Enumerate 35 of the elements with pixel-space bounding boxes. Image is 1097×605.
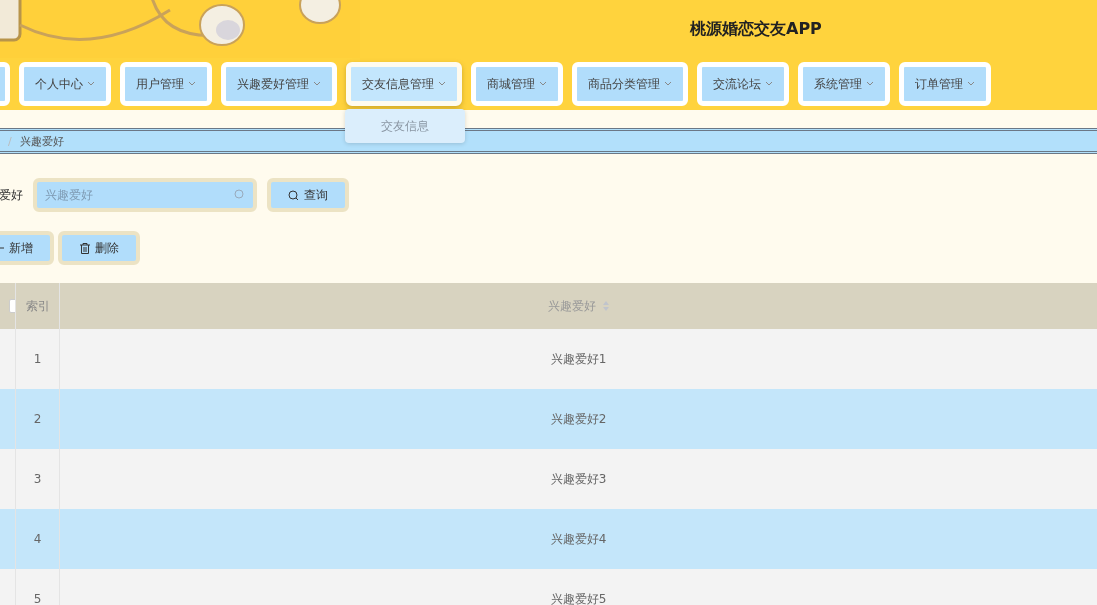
nav-item[interactable]: 商城管理 bbox=[471, 62, 563, 106]
caret-icon bbox=[967, 81, 975, 87]
caret-icon bbox=[664, 81, 672, 87]
table-cell-text: 兴趣爱好4 bbox=[549, 530, 608, 548]
nav-item[interactable]: 订单管理 bbox=[899, 62, 991, 106]
table-cell-text: 兴趣爱好3 bbox=[549, 470, 608, 488]
nav-item[interactable]: 用户管理 bbox=[120, 62, 212, 106]
breadcrumb-item: 兴趣爱好 bbox=[19, 133, 64, 149]
caret-icon bbox=[866, 81, 874, 87]
sort-icon bbox=[601, 301, 610, 311]
table-cell-text: 兴趣爱好2 bbox=[549, 410, 608, 428]
caret-icon bbox=[765, 81, 773, 87]
table-cell-text: 兴趣爱好5 bbox=[549, 590, 608, 605]
trash-icon bbox=[79, 242, 90, 254]
nav-item[interactable]: 系统管理 bbox=[798, 62, 890, 106]
caret-icon bbox=[313, 81, 321, 87]
search-icon bbox=[234, 189, 245, 200]
nav-item[interactable]: 交流论坛 bbox=[697, 62, 789, 106]
search-label: 爱好 bbox=[0, 186, 23, 204]
caret-icon bbox=[438, 81, 446, 87]
caret-icon bbox=[539, 81, 547, 87]
search-field[interactable]: 兴趣爱好 bbox=[33, 178, 257, 212]
search-icon bbox=[288, 189, 299, 201]
add-button[interactable]: 新增 bbox=[0, 231, 54, 265]
nav-item[interactable]: 兴趣爱好管理 bbox=[221, 62, 337, 106]
delete-button[interactable]: 删除 bbox=[58, 231, 140, 265]
caret-icon bbox=[87, 81, 95, 87]
table-cell: 5 bbox=[16, 569, 60, 605]
table-cell-text: 兴趣爱好1 bbox=[549, 350, 608, 368]
caret-icon bbox=[188, 81, 196, 87]
nav-item[interactable]: 个人中心 bbox=[19, 62, 111, 106]
app-title: 桃源婚恋交友APP bbox=[690, 18, 822, 40]
search-button[interactable]: 查询 bbox=[267, 178, 349, 212]
breadcrumb-separator: / bbox=[8, 134, 12, 148]
nav-item[interactable]: 商品分类管理 bbox=[572, 62, 688, 106]
